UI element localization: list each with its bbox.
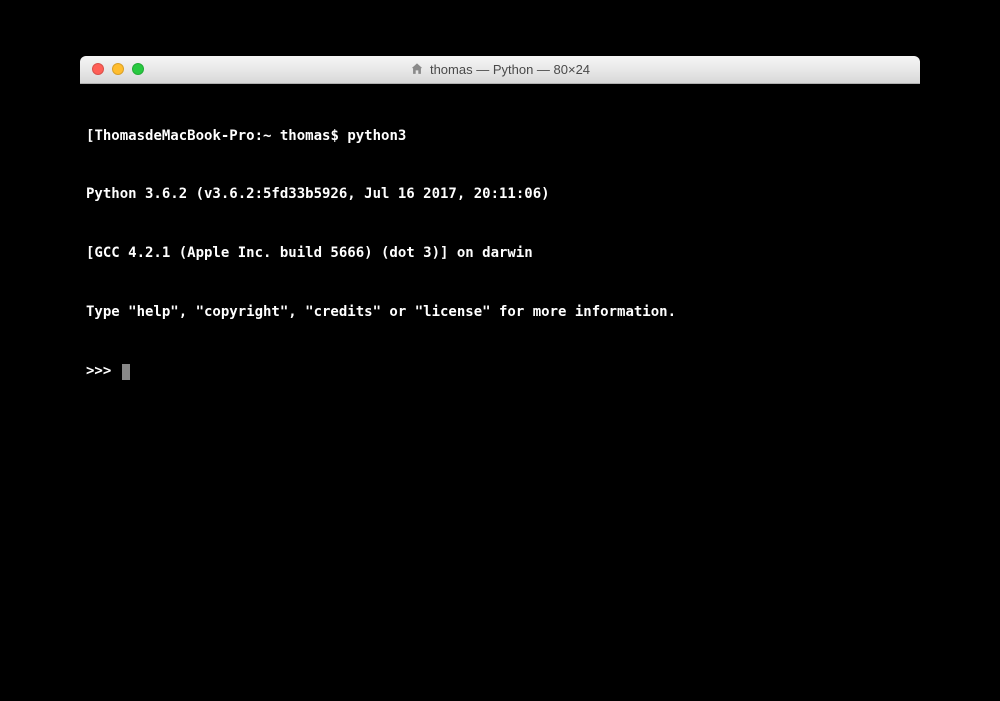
- repl-prompt: >>>: [86, 362, 120, 382]
- window-title: thomas — Python — 80×24: [430, 62, 590, 77]
- output-line: Type "help", "copyright", "credits" or "…: [86, 303, 914, 323]
- output-line: [GCC 4.2.1 (Apple Inc. build 5666) (dot …: [86, 244, 914, 264]
- minimize-button[interactable]: [112, 63, 124, 75]
- shell-prompt: ThomasdeMacBook-Pro:~ thomas$: [94, 128, 347, 144]
- close-button[interactable]: [92, 63, 104, 75]
- window-title-area: thomas — Python — 80×24: [80, 62, 920, 77]
- titlebar[interactable]: thomas — Python — 80×24: [80, 56, 920, 84]
- terminal-content[interactable]: [ThomasdeMacBook-Pro:~ thomas$ python3 P…: [80, 84, 920, 646]
- shell-command: python3: [347, 128, 406, 144]
- maximize-button[interactable]: [132, 63, 144, 75]
- output-line: Python 3.6.2 (v3.6.2:5fd33b5926, Jul 16 …: [86, 185, 914, 205]
- repl-prompt-line: >>>: [86, 362, 914, 382]
- traffic-lights: [80, 63, 144, 75]
- cursor: [122, 364, 130, 380]
- shell-line: [ThomasdeMacBook-Pro:~ thomas$ python3: [86, 127, 914, 147]
- home-icon: [410, 62, 424, 76]
- terminal-window: thomas — Python — 80×24 [ThomasdeMacBook…: [80, 56, 920, 646]
